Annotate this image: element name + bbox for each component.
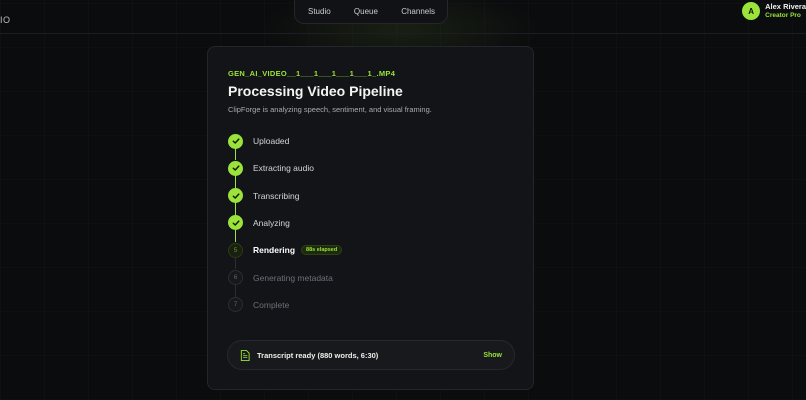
nav-item-studio[interactable]: Studio [308, 7, 331, 16]
step-connector [235, 257, 236, 270]
avatar[interactable]: A [742, 2, 761, 20]
show-transcript-button[interactable]: Show [483, 352, 502, 359]
nav-item-channels[interactable]: Channels [401, 7, 435, 16]
page-title: Processing Video Pipeline [228, 83, 403, 99]
transcript-banner: Transcript ready (880 words, 6:30) Show [227, 340, 515, 370]
user-name: Alex Rivera [765, 2, 806, 11]
pipeline-step: Uploaded [228, 133, 289, 149]
step-label: Extracting audio [253, 163, 314, 174]
pipeline-step: 5 Rendering 88s elapsed [228, 242, 343, 258]
top-nav: Studio Queue Channels [294, 0, 448, 24]
topbar-divider [0, 33, 806, 34]
step-label: Rendering [253, 245, 296, 256]
step-label: Generating metadata [253, 272, 333, 283]
document-icon [240, 349, 250, 361]
check-icon [228, 133, 243, 149]
step-label: Transcribing [253, 190, 300, 201]
pipeline-step: Transcribing [228, 188, 299, 204]
step-connector [235, 284, 236, 297]
brand-logo-text: IO [0, 15, 11, 25]
user-info: Alex Rivera Creator Pro [765, 2, 806, 20]
step-number: 5 [228, 242, 243, 258]
pipeline-step: 6 Generating metadata [228, 270, 333, 286]
step-label: Uploaded [253, 136, 290, 146]
check-icon [228, 188, 243, 204]
pipeline-step: Extracting audio [228, 160, 314, 176]
step-connector [235, 175, 236, 188]
user-plan: Creator Pro [765, 12, 801, 19]
page-subtitle: ClipForge is analyzing speech, sentiment… [228, 105, 432, 114]
step-connector [235, 148, 236, 161]
step-number: 7 [228, 297, 243, 313]
step-label: Complete [253, 299, 290, 310]
transcript-status: Transcript ready (880 words, 6:30) [257, 350, 379, 360]
file-name: GEN_AI_VIDEO__1___1___1___1___1_.MP4 [228, 69, 396, 78]
user-menu[interactable]: A Alex Rivera Creator Pro [742, 2, 806, 20]
pipeline-step: 7 Complete [228, 297, 289, 313]
elapsed-badge: 88s elapsed [301, 245, 343, 256]
step-connector [235, 202, 236, 215]
step-number: 6 [228, 270, 243, 285]
step-connector [235, 229, 236, 243]
check-icon [228, 160, 243, 176]
step-label: Analyzing [253, 217, 290, 228]
pipeline-card: GEN_AI_VIDEO__1___1___1___1___1_.MP4 Pro… [207, 46, 534, 390]
check-icon [228, 215, 243, 231]
pipeline-step: Analyzing [228, 215, 290, 231]
nav-item-queue[interactable]: Queue [354, 7, 378, 16]
